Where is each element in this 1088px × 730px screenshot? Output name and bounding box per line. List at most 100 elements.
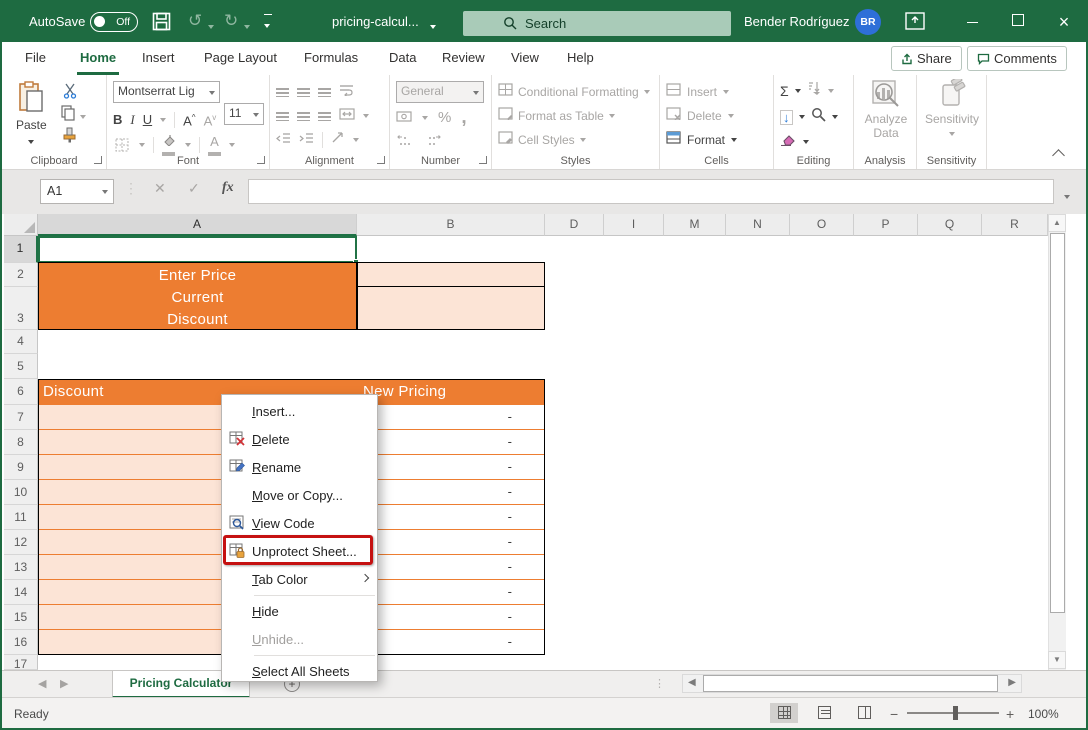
horizontal-scroll-thumb[interactable] (703, 675, 998, 692)
increase-indent-icon[interactable] (299, 131, 314, 149)
page-layout-view-button[interactable] (810, 703, 838, 723)
sheet-nav-next-icon[interactable]: ▶ (60, 677, 68, 690)
column-header-n[interactable]: N (726, 214, 790, 236)
cell-b7[interactable]: - (357, 405, 544, 430)
font-color-dropdown-icon[interactable] (229, 143, 235, 147)
copy-button[interactable] (60, 105, 86, 126)
row-header-15[interactable]: 15 (4, 605, 38, 630)
menu-item-delete[interactable]: Delete (222, 425, 377, 453)
scroll-right-icon[interactable]: ▶ (1008, 677, 1016, 688)
underline-dropdown-icon[interactable] (160, 118, 166, 122)
borders-button[interactable] (113, 136, 131, 154)
tab-insert[interactable]: Insert (139, 42, 178, 75)
zoom-slider[interactable] (907, 712, 999, 714)
autosave-toggle[interactable]: Off (90, 12, 138, 32)
row-header-11[interactable]: 11 (4, 505, 38, 530)
column-header-i[interactable]: I (604, 214, 664, 236)
tab-home[interactable]: Home (77, 42, 119, 75)
enter-button[interactable]: ✓ (188, 180, 200, 197)
title-dropdown-icon[interactable] (430, 18, 436, 36)
menu-item-move-or-copy[interactable]: Move or Copy... (222, 481, 377, 509)
vertical-scrollbar[interactable]: ▲ ▼ (1048, 214, 1066, 670)
underline-button[interactable]: U (143, 111, 152, 129)
undo-dropdown-icon[interactable] (208, 18, 214, 36)
align-middle-icon[interactable] (297, 88, 310, 97)
cell-b13[interactable]: - (357, 555, 544, 580)
autosum-button[interactable]: Σ (780, 82, 789, 100)
cut-button[interactable] (62, 83, 78, 104)
italic-button[interactable]: I (130, 111, 134, 129)
redo-dropdown-icon[interactable] (244, 18, 250, 36)
insert-cells-button[interactable]: Insert (666, 83, 729, 101)
shrink-font-button[interactable]: Av (204, 109, 217, 130)
cell-b10[interactable]: - (357, 480, 544, 505)
format-cells-button[interactable]: Format (666, 131, 737, 149)
sort-filter-icon[interactable] (807, 81, 822, 100)
row-header-9[interactable]: 9 (4, 455, 38, 480)
font-color-button[interactable]: A (208, 133, 221, 156)
zoom-in-button[interactable]: + (1006, 706, 1014, 722)
expand-formula-bar-icon[interactable] (1064, 188, 1070, 206)
cell-b2-price-input[interactable] (357, 262, 545, 287)
cell-b11[interactable]: - (357, 505, 544, 530)
font-size-select[interactable]: 11 (224, 103, 264, 125)
search-input[interactable]: Search (463, 11, 731, 36)
format-as-table-button[interactable]: Format as Table (498, 107, 615, 125)
redo-button[interactable]: ↻ (224, 11, 238, 31)
orientation-icon[interactable] (331, 131, 345, 149)
horizontal-scrollbar[interactable]: ◀ ▶ (682, 674, 1022, 693)
tab-view[interactable]: View (508, 42, 542, 75)
alignment-dialog-launcher-icon[interactable] (377, 156, 385, 164)
delete-cells-button[interactable]: Delete (666, 107, 734, 125)
find-select-icon[interactable] (811, 107, 826, 127)
collapse-ribbon-icon[interactable] (1052, 149, 1065, 162)
column-header-m[interactable]: M (664, 214, 726, 236)
cell-b9[interactable]: - (357, 455, 544, 480)
cell-b16[interactable]: - (357, 630, 544, 655)
tab-review[interactable]: Review (439, 42, 488, 75)
sensitivity-button[interactable]: Sensitivity (922, 79, 982, 140)
undo-button[interactable]: ↺ (188, 11, 202, 31)
comments-button[interactable]: Comments (967, 46, 1067, 71)
scroll-up-icon[interactable]: ▲ (1048, 214, 1066, 232)
select-all-corner[interactable] (4, 214, 38, 236)
menu-item-hide[interactable]: Hide (222, 597, 377, 625)
document-title[interactable]: pricing-calcul... (332, 14, 419, 29)
tab-file[interactable]: File (22, 42, 49, 75)
share-button[interactable]: Share (891, 46, 962, 71)
avatar[interactable]: BR (855, 9, 881, 35)
tab-help[interactable]: Help (564, 42, 597, 75)
merge-center-icon[interactable] (339, 107, 355, 125)
cell-b14[interactable]: - (357, 580, 544, 605)
decrease-indent-icon[interactable] (276, 131, 291, 149)
grow-font-button[interactable]: A^ (183, 109, 195, 130)
row-header-3[interactable]: 3 (4, 287, 38, 330)
row-header-17[interactable]: 17 (4, 655, 38, 670)
number-dialog-launcher-icon[interactable] (479, 156, 487, 164)
column-header-d[interactable]: D (545, 214, 604, 236)
row-header-12[interactable]: 12 (4, 530, 38, 555)
close-button[interactable]: × (1042, 2, 1086, 42)
number-format-select[interactable]: General (396, 81, 484, 103)
menu-item-select-all-sheets[interactable]: Select All Sheets (222, 657, 377, 685)
borders-dropdown-icon[interactable] (139, 143, 145, 147)
bold-button[interactable]: B (113, 111, 122, 129)
font-dialog-launcher-icon[interactable] (257, 156, 265, 164)
vertical-scroll-thumb[interactable] (1050, 233, 1065, 613)
cell-b8[interactable]: - (357, 430, 544, 455)
row-header-5[interactable]: 5 (4, 354, 38, 379)
row-header-10[interactable]: 10 (4, 480, 38, 505)
row-header-16[interactable]: 16 (4, 630, 38, 655)
zoom-level[interactable]: 100% (1028, 707, 1059, 721)
merge-dropdown-icon[interactable] (363, 114, 369, 118)
row-header-4[interactable]: 4 (4, 330, 38, 354)
comma-style-button[interactable]: , (461, 113, 466, 123)
row-header-7[interactable]: 7 (4, 405, 38, 430)
fill-color-dropdown-icon[interactable] (185, 143, 191, 147)
align-center-icon[interactable] (297, 112, 310, 121)
minimize-button[interactable] (950, 2, 994, 42)
menu-item-tab-color[interactable]: Tab Color (222, 565, 377, 593)
cell-a2-price-label[interactable]: Enter Price Current Discount (38, 262, 357, 330)
cell-styles-button[interactable]: Cell Styles (498, 131, 586, 149)
cell-b12[interactable]: - (357, 530, 544, 555)
